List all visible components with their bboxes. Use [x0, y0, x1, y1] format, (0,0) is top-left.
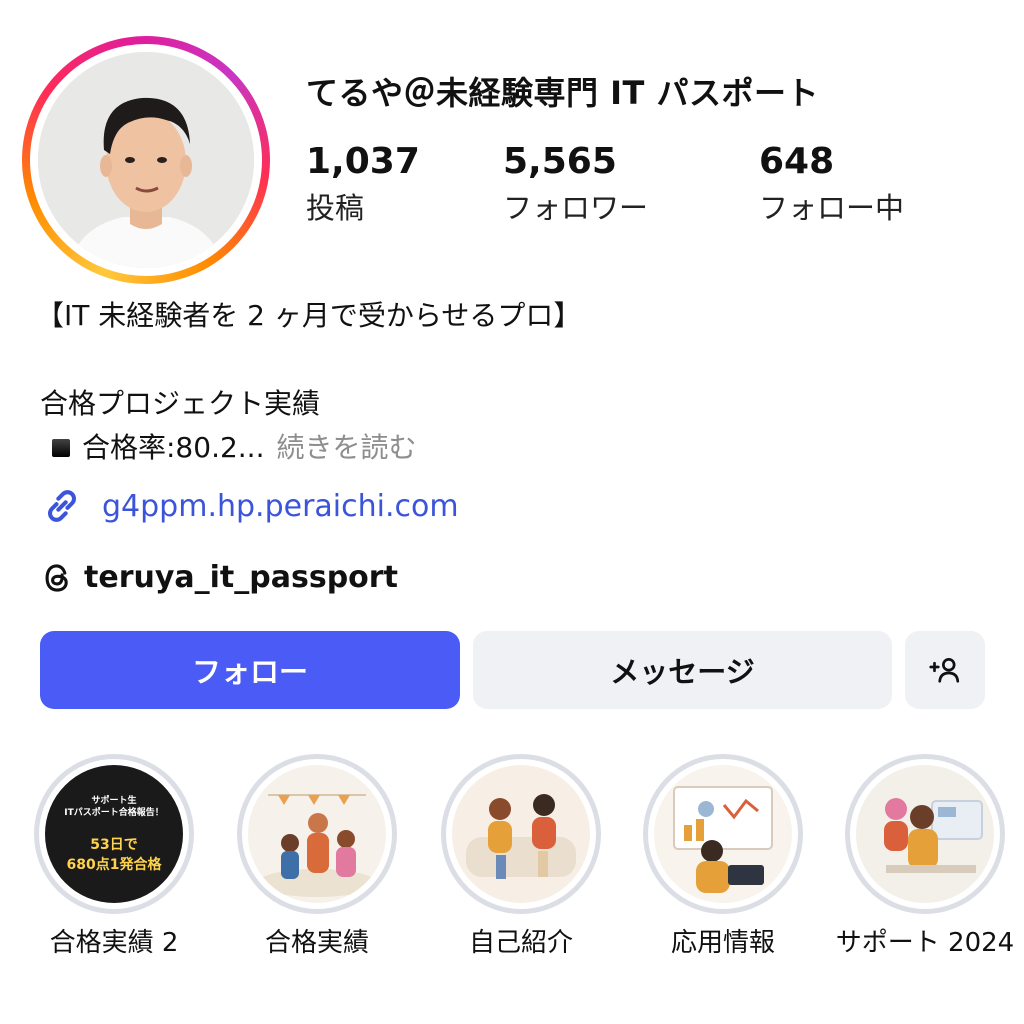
read-more-link[interactable]: 続きを読む: [276, 430, 416, 466]
avatar: [38, 52, 254, 268]
cover-text: 680点1発合格: [66, 857, 162, 873]
highlight-label: 合格実績 2: [49, 928, 179, 958]
add-user-icon: [929, 658, 960, 683]
follow-button[interactable]: フォロー: [40, 631, 460, 709]
highlight-cover: [248, 765, 386, 903]
followers-stat[interactable]: 5,565 フォロワー: [503, 142, 648, 228]
highlight-item[interactable]: 応用情報: [643, 754, 803, 959]
cover-text: ITパスポート合格報告！: [64, 808, 164, 818]
highlight-cover: [452, 765, 590, 903]
highlight-label: サポート 2024: [835, 928, 1015, 958]
profile-link[interactable]: g4ppm.hp.peraichi.com: [40, 484, 459, 528]
bio-headline: 【IT 未経験者を 2 ヶ月で受からせるプロ】: [36, 299, 582, 332]
avatar-story-ring[interactable]: [22, 36, 270, 284]
link-url: g4ppm.hp.peraichi.com: [102, 488, 459, 524]
following-stat[interactable]: 648 フォロー中: [759, 142, 904, 228]
following-label: フォロー中: [759, 191, 905, 225]
avatar-inner: [30, 44, 262, 276]
profile-username: てるや＠未経験専門 IT パスポート: [306, 74, 820, 112]
square-bullet-icon: [52, 439, 70, 457]
highlight-cover: [856, 765, 994, 903]
link-icon: [48, 490, 76, 522]
followers-label: フォロワー: [503, 191, 649, 225]
bio-section-title: 合格プロジェクト実績: [40, 387, 321, 420]
posts-stat[interactable]: 1,037 投稿: [306, 142, 420, 228]
posts-label: 投稿: [306, 191, 365, 225]
highlight-cover: サポート生 ITパスポート合格報告！ 53日で 680点1発合格: [45, 765, 183, 903]
followers-count: 5,565: [503, 141, 617, 182]
highlight-cover: [654, 765, 792, 903]
highlight-ring: [441, 754, 601, 914]
highlight-ring: [237, 754, 397, 914]
highlight-ring: [845, 754, 1005, 914]
threads-handle: teruya_it_passport: [84, 560, 398, 595]
highlight-item[interactable]: 合格実績: [237, 754, 397, 959]
bio-pass-rate: 合格率:80.2...: [82, 431, 265, 464]
highlight-label: 自己紹介: [468, 928, 573, 958]
highlight-ring: [643, 754, 803, 914]
following-count: 648: [759, 141, 835, 182]
threads-badge[interactable]: teruya_it_passport: [40, 560, 398, 595]
highlight-label: 合格実績: [264, 928, 369, 958]
highlight-item[interactable]: サポート生 ITパスポート合格報告！ 53日で 680点1発合格 合格実績 2: [34, 754, 194, 959]
message-button[interactable]: メッセージ: [473, 631, 892, 709]
highlight-label: 応用情報: [670, 928, 775, 958]
add-user-button[interactable]: [905, 631, 985, 709]
highlight-ring: サポート生 ITパスポート合格報告！ 53日で 680点1発合格: [34, 754, 194, 914]
cover-text: 53日で: [90, 837, 138, 853]
threads-icon: [45, 563, 68, 592]
posts-count: 1,037: [306, 141, 420, 182]
highlight-item[interactable]: 自己紹介: [441, 754, 601, 959]
highlight-item[interactable]: サポート 2024: [836, 754, 1014, 959]
bio-item: 合格率:80.2... 続きを読む: [52, 430, 417, 466]
cover-text: サポート生: [91, 796, 137, 806]
